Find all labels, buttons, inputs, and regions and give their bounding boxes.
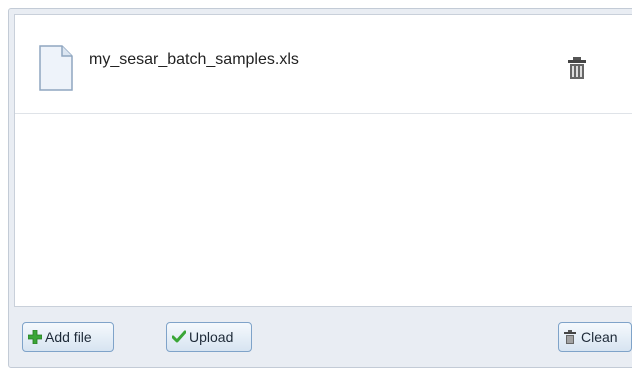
trash-icon bbox=[564, 330, 578, 344]
upload-label: Upload bbox=[189, 329, 234, 345]
add-file-label: Add file bbox=[45, 329, 92, 345]
upload-button[interactable]: Upload bbox=[166, 322, 252, 352]
file-name: my_sesar_batch_samples.xls bbox=[89, 51, 299, 68]
document-icon bbox=[39, 45, 73, 91]
add-file-button[interactable]: Add file bbox=[22, 322, 114, 352]
clean-label: Clean bbox=[581, 329, 618, 345]
checkmark-icon bbox=[171, 330, 187, 344]
file-list-item: my_sesar_batch_samples.xls bbox=[15, 15, 632, 114]
file-list: my_sesar_batch_samples.xls bbox=[14, 14, 632, 307]
plus-icon bbox=[27, 329, 43, 345]
clean-button[interactable]: Clean bbox=[558, 322, 632, 352]
trash-icon[interactable] bbox=[567, 57, 587, 79]
